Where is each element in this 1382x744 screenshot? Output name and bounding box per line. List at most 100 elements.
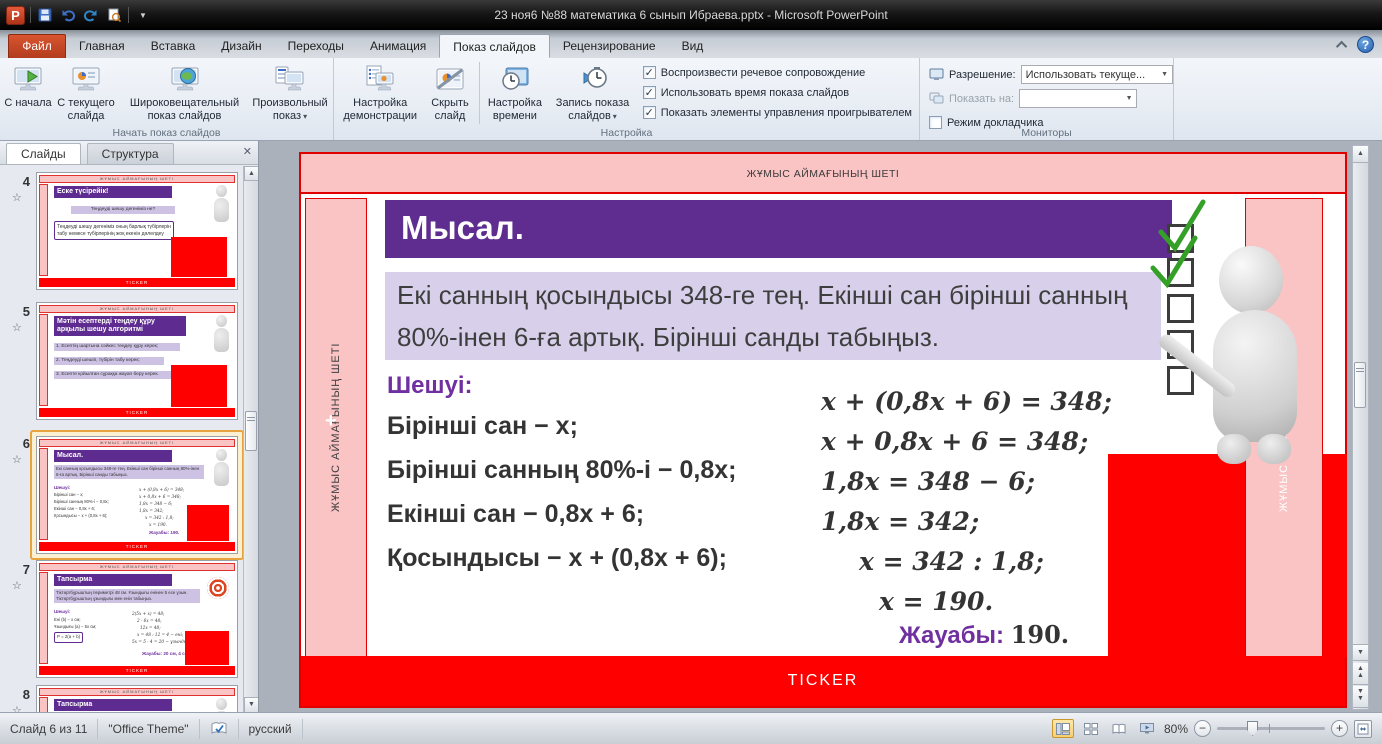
slide-title[interactable]: Мысал. bbox=[385, 200, 1172, 258]
redo-button[interactable] bbox=[82, 6, 100, 24]
undo-button[interactable] bbox=[59, 6, 77, 24]
ticker-banner[interactable]: TICKER bbox=[301, 656, 1345, 706]
tab-transitions[interactable]: Переходы bbox=[275, 34, 357, 58]
panel-scrollbar[interactable]: ▲ ▼ bbox=[243, 166, 258, 712]
checkbox-checked-icon[interactable]: ✓ bbox=[642, 106, 656, 119]
group-title: Мониторы bbox=[1021, 127, 1072, 139]
record-slideshow-icon bbox=[583, 67, 607, 88]
group-monitors: Разрешение: Использовать текуще... ▼ Пок… bbox=[920, 58, 1174, 140]
set-up-show-button[interactable]: Настройка демонстрации bbox=[337, 60, 423, 126]
checkbox-checked-icon[interactable]: ✓ bbox=[642, 66, 656, 79]
broadcast-slideshow-button[interactable]: Широковещательный показ слайдов bbox=[119, 60, 250, 126]
slide-canvas[interactable]: ЖҰМЫС АЙМАҒЫНЫҢ ШЕТІ ЖҰМЫС АЙМАҒЫНЫҢ ШЕТ… bbox=[299, 152, 1347, 708]
tab-view[interactable]: Вид bbox=[669, 34, 717, 58]
tab-insert[interactable]: Вставка bbox=[138, 34, 209, 58]
mini-person-figure bbox=[211, 185, 231, 225]
mini-answer: Жауабы: 190. bbox=[149, 530, 180, 535]
resolution-select[interactable]: Использовать текуще... ▼ bbox=[1020, 65, 1173, 84]
tab-review[interactable]: Рецензирование bbox=[550, 34, 669, 58]
custom-slideshow-button[interactable]: Произвольный показ ▾ bbox=[250, 60, 330, 126]
slide-thumbnail-5[interactable]: ЖҰМЫС АЙМАҒЫНЫҢ ШЕТІ Мәтін есептерді тең… bbox=[36, 302, 238, 420]
main-scrollbar[interactable]: ▲ ▼ ▲ ▲ ▼ ▼ bbox=[1352, 145, 1369, 710]
print-preview-icon bbox=[108, 8, 122, 23]
slide-number: 8 bbox=[22, 687, 30, 702]
combo-arrow-icon[interactable]: ▼ bbox=[1158, 66, 1172, 83]
answer-line: Жауабы: 190. bbox=[899, 620, 1070, 649]
zoom-in-button[interactable]: + bbox=[1331, 720, 1348, 737]
resolution-row: Разрешение: Использовать текуще... ▼ bbox=[929, 65, 1173, 84]
language-indicator[interactable]: русский bbox=[239, 718, 303, 739]
animation-star-icon: ☆ bbox=[12, 580, 22, 592]
slide-thumbnail-4[interactable]: ЖҰМЫС АЙМАҒЫНЫҢ ШЕТІ Еске түсірейік! Тең… bbox=[36, 172, 238, 290]
reading-view-button[interactable] bbox=[1108, 719, 1130, 738]
reading-view-icon bbox=[1112, 723, 1126, 734]
tab-file[interactable]: Файл bbox=[8, 34, 66, 58]
show-on-select[interactable]: ▼ bbox=[1019, 89, 1138, 108]
slide-thumbnail-7[interactable]: ЖҰМЫС АЙМАҒЫНЫҢ ШЕТІ Тапсырма Тіктөртбұр… bbox=[36, 560, 238, 678]
zoom-level[interactable]: 80% bbox=[1164, 722, 1188, 736]
slide-number: 4 bbox=[22, 174, 30, 189]
tab-design[interactable]: Дизайн bbox=[208, 34, 274, 58]
qat-customize-button[interactable]: ▼ bbox=[134, 6, 152, 24]
undo-icon bbox=[62, 10, 75, 22]
hide-slide-button[interactable]: Скрыть слайд bbox=[423, 60, 476, 126]
rehearse-timings-button[interactable]: Настройка времени bbox=[482, 60, 549, 126]
slide-thumbnail-6[interactable]: ЖҰМЫС АЙМАҒЫНЫҢ ШЕТІ Мысал. Екі санның қ… bbox=[36, 436, 238, 554]
mini-target-icon bbox=[207, 577, 229, 599]
print-preview-button[interactable] bbox=[105, 6, 123, 24]
checkbox-show-media-controls[interactable]: ✓ Показать элементы управления проигрыва… bbox=[642, 106, 912, 119]
from-beginning-button[interactable]: С начала bbox=[3, 60, 53, 126]
work-area-top-edge: ЖҰМЫС АЙМАҒЫНЫҢ ШЕТІ bbox=[301, 154, 1345, 194]
divider bbox=[30, 7, 31, 23]
resolution-icon bbox=[929, 68, 944, 80]
normal-view-icon bbox=[1055, 722, 1070, 735]
record-slideshow-button[interactable]: Запись показа слайдов ▾ bbox=[548, 60, 636, 126]
show-on-icon bbox=[929, 92, 944, 104]
figure-3d-person bbox=[1156, 246, 1321, 476]
slide-sorter-icon bbox=[1083, 722, 1098, 735]
problem-text[interactable]: Екі санның қосындысы 348-ге тең. Екінші … bbox=[385, 272, 1161, 360]
close-panel-icon[interactable]: ✕ bbox=[243, 145, 252, 158]
from-current-slide-button[interactable]: С текущего слайда bbox=[53, 60, 119, 126]
zoom-slider[interactable] bbox=[1217, 721, 1325, 736]
spellcheck-indicator[interactable] bbox=[200, 718, 239, 739]
theme-indicator[interactable]: "Office Theme" bbox=[98, 718, 200, 739]
help-icon[interactable]: ? bbox=[1357, 36, 1374, 53]
checkbox-checked-icon[interactable]: ✓ bbox=[642, 86, 656, 99]
setup-checkboxes: ✓ Воспроизвести речевое сопровождение ✓ … bbox=[637, 60, 916, 119]
panel-scrollbar-thumb[interactable] bbox=[245, 411, 257, 451]
tab-slideshow[interactable]: Показ слайдов bbox=[439, 34, 550, 58]
main-scrollbar-thumb[interactable] bbox=[1354, 362, 1366, 408]
next-slide-button[interactable]: ▼ ▼ bbox=[1353, 686, 1368, 708]
slideshow-play-icon bbox=[14, 67, 42, 91]
tab-animations[interactable]: Анимация bbox=[357, 34, 439, 58]
spellcheck-icon bbox=[211, 722, 226, 734]
save-button[interactable] bbox=[36, 6, 54, 24]
status-right-cluster: 80% − + bbox=[1051, 719, 1382, 738]
panel-scroll-down-button[interactable]: ▼ bbox=[244, 697, 258, 712]
slide-thumbnail-8[interactable]: ЖҰМЫС АЙМАҒЫНЫҢ ШЕТІ Тапсырма Үш тізбект… bbox=[36, 685, 238, 712]
window-title: 23 ноя6 №88 математика 6 сынып Ибраева.p… bbox=[494, 8, 888, 22]
hide-slide-icon bbox=[436, 68, 464, 90]
checkbox-use-timings[interactable]: ✓ Использовать время показа слайдов bbox=[642, 86, 912, 99]
normal-view-button[interactable] bbox=[1051, 719, 1074, 738]
set-up-show-icon bbox=[366, 65, 394, 91]
tab-slides-thumbnails[interactable]: Слайды bbox=[6, 143, 81, 164]
tab-home[interactable]: Главная bbox=[66, 34, 138, 58]
slideshow-view-button[interactable] bbox=[1136, 719, 1158, 738]
scroll-down-button[interactable]: ▼ bbox=[1353, 644, 1368, 661]
ribbon: С начала С текущего слайда Широковещател… bbox=[0, 58, 1382, 141]
slide-indicator: Слайд 6 из 11 bbox=[0, 718, 99, 739]
combo-arrow-icon[interactable]: ▼ bbox=[1122, 90, 1136, 107]
powerpoint-logo-icon[interactable]: P bbox=[6, 5, 25, 25]
panel-scroll-up-button[interactable]: ▲ bbox=[244, 166, 258, 181]
fit-to-window-button[interactable] bbox=[1354, 719, 1372, 738]
scroll-up-button[interactable]: ▲ bbox=[1353, 146, 1368, 163]
checkbox-play-narrations[interactable]: ✓ Воспроизвести речевое сопровождение bbox=[642, 66, 912, 79]
slide-number: 7 bbox=[22, 562, 30, 577]
zoom-slider-thumb[interactable] bbox=[1247, 721, 1258, 736]
tab-outline[interactable]: Структура bbox=[86, 143, 174, 164]
zoom-out-button[interactable]: − bbox=[1194, 720, 1211, 737]
slide-sorter-view-button[interactable] bbox=[1080, 719, 1102, 738]
previous-slide-button[interactable]: ▲ ▲ bbox=[1353, 663, 1368, 685]
